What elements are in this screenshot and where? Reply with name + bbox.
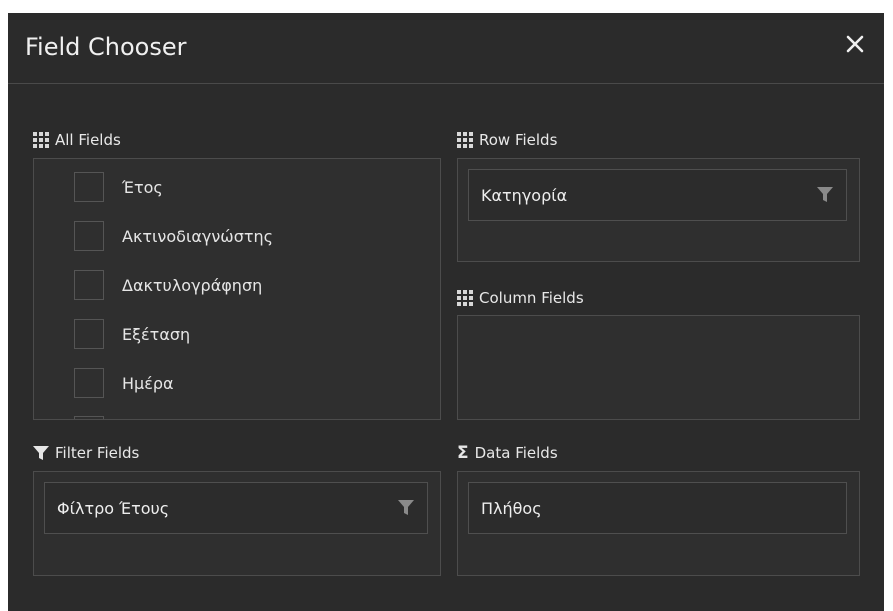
- field-checkbox[interactable]: [74, 270, 104, 300]
- filter-fields-header: Filter Fields: [33, 444, 139, 462]
- field-label: Ακτινοδιαγνώστης: [122, 226, 274, 246]
- column-fields-header: Column Fields: [457, 289, 584, 307]
- filter-fields-dropzone[interactable]: Φίλτρο Έτους: [33, 471, 441, 576]
- close-icon[interactable]: [840, 29, 870, 59]
- row-fields-header: Row Fields: [457, 131, 557, 149]
- filter-field-label: Φίλτρο Έτους: [57, 498, 170, 518]
- list-item-partial[interactable]: [74, 415, 122, 419]
- filter-fields-label: Filter Fields: [55, 444, 140, 462]
- field-chooser-dialog: Field Chooser All Fields Έτος Ακτινοδιαγ…: [8, 13, 884, 611]
- all-fields-header: All Fields: [33, 131, 121, 149]
- filter-field-chip[interactable]: Φίλτρο Έτους: [44, 482, 428, 534]
- data-fields-header: Σ Data Fields: [457, 444, 558, 462]
- field-label: Έτος: [122, 177, 163, 197]
- list-item[interactable]: Δακτυλογράφηση: [74, 269, 262, 301]
- filter-icon[interactable]: [816, 186, 834, 204]
- field-label: Δακτυλογράφηση: [122, 275, 263, 295]
- grid-icon: [457, 290, 473, 306]
- column-fields-dropzone[interactable]: [457, 315, 860, 420]
- column-fields-label: Column Fields: [479, 289, 584, 307]
- filter-icon: [33, 445, 49, 461]
- data-fields-label: Data Fields: [474, 444, 558, 462]
- data-fields-dropzone[interactable]: Πλήθος: [457, 471, 860, 576]
- filter-icon[interactable]: [397, 499, 415, 517]
- all-fields-label: All Fields: [55, 131, 121, 149]
- dialog-title: Field Chooser: [25, 33, 187, 61]
- data-field-chip[interactable]: Πλήθος: [468, 482, 847, 534]
- row-fields-label: Row Fields: [479, 131, 558, 149]
- row-field-label: Κατηγορία: [481, 185, 568, 205]
- row-fields-dropzone[interactable]: Κατηγορία: [457, 158, 860, 262]
- field-label: Ημέρα: [122, 373, 174, 393]
- field-label: Εξέταση: [122, 324, 191, 344]
- data-field-label: Πλήθος: [481, 498, 542, 518]
- grid-icon: [33, 132, 49, 148]
- field-checkbox[interactable]: [74, 319, 104, 349]
- field-checkbox[interactable]: [74, 416, 104, 419]
- field-checkbox[interactable]: [74, 221, 104, 251]
- grid-icon: [457, 132, 473, 148]
- list-item[interactable]: Έτος: [74, 171, 163, 203]
- all-fields-list[interactable]: Έτος Ακτινοδιαγνώστης Δακτυλογράφηση Εξέ…: [33, 158, 441, 420]
- list-item[interactable]: Εξέταση: [74, 318, 190, 350]
- list-item[interactable]: Ημέρα: [74, 367, 174, 399]
- field-checkbox[interactable]: [74, 368, 104, 398]
- list-item[interactable]: Ακτινοδιαγνώστης: [74, 220, 273, 252]
- row-field-chip[interactable]: Κατηγορία: [468, 169, 847, 221]
- dialog-titlebar: Field Chooser: [8, 13, 884, 84]
- field-checkbox[interactable]: [74, 172, 104, 202]
- sigma-icon: Σ: [457, 443, 469, 463]
